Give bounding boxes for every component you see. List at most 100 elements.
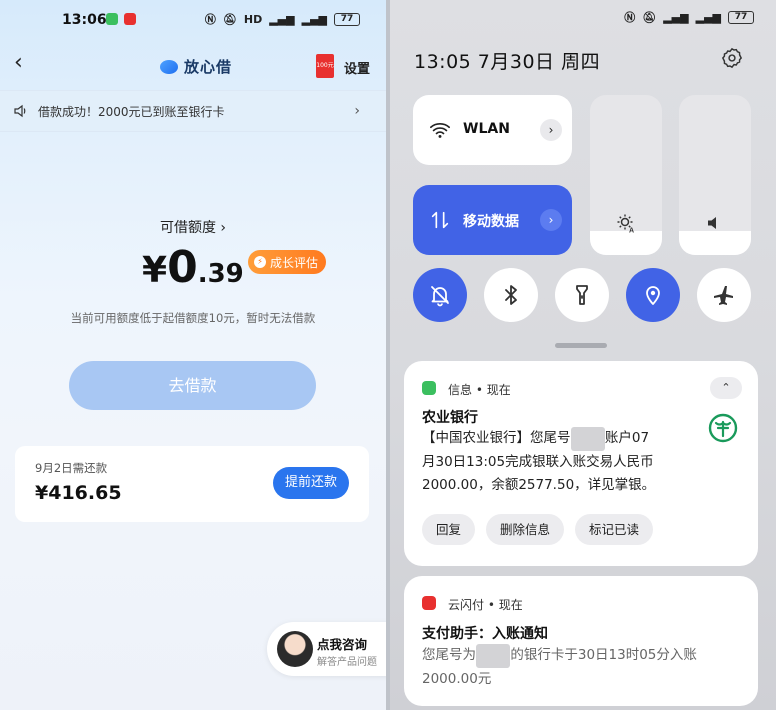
airplane-toggle[interactable] — [697, 268, 751, 322]
chevron-right-icon[interactable]: › — [540, 119, 562, 141]
notification-source: 信息 • 现在 — [448, 383, 511, 397]
bluetooth-icon — [505, 285, 517, 305]
credit-limit-link[interactable]: 可借额度 › — [0, 217, 386, 237]
collapse-chevron-icon[interactable]: ⌃ — [710, 377, 742, 399]
status-icons: Ⓝ 🔕︎ ▂▄▆ ▂▄▆ 77 — [624, 9, 754, 25]
location-toggle[interactable] — [626, 268, 680, 322]
location-icon — [646, 286, 660, 305]
flashlight-icon — [576, 285, 588, 305]
repay-amount: ¥416.65 — [35, 482, 122, 504]
settings-link[interactable]: 设置 — [344, 58, 370, 77]
chevron-right-icon: › — [354, 103, 360, 119]
status-icons: Ⓝ 🔕︎ HD ▂▄▆ ▂▄▆ 77 — [205, 11, 360, 27]
due-date-label: 9月2日需还款 — [35, 461, 108, 475]
body-text: 2000.00元 — [422, 670, 492, 687]
body-text: 2000.00，余额2577.50，详见掌银。 — [422, 477, 656, 493]
early-repay-button[interactable]: 提前还款 — [273, 467, 349, 499]
battery-icon: 77 — [728, 10, 754, 24]
speaker-icon — [14, 104, 26, 118]
mute-icon: 🔕︎ — [222, 12, 237, 26]
agent-avatar — [277, 631, 313, 667]
reply-button[interactable]: 回复 — [422, 514, 476, 545]
signal-2-icon: ▂▄▆ — [301, 12, 327, 26]
bell-off-icon — [431, 286, 449, 307]
mute-toggle[interactable] — [413, 268, 467, 322]
masked-account-number: 0000 — [476, 644, 511, 668]
brightness-fill — [590, 231, 662, 255]
back-icon[interactable]: ‹ — [14, 50, 23, 75]
notification-actions: 回复 删除信息 标记已读 — [422, 514, 654, 545]
drag-handle[interactable] — [555, 343, 607, 348]
body-text: 账户07 — [604, 430, 650, 446]
mark-read-button[interactable]: 标记已读 — [575, 514, 654, 545]
battery-icon: 77 — [334, 12, 360, 26]
notification-title: 农业银行 — [422, 410, 478, 426]
notification-shade: Ⓝ 🔕︎ ▂▄▆ ▂▄▆ 77 13:05 7月30日 周四 WLAN › 移动… — [390, 0, 776, 710]
growth-assessment-button[interactable]: ⚡︎ 成长评估 — [248, 250, 327, 274]
loan-app-screen: 13:06 Ⓝ 🔕︎ HD ▂▄▆ ▂▄▆ 77 ‹ 放心借 100元 设置 借… — [0, 0, 386, 710]
consult-subtitle: 解答产品问题 — [317, 657, 377, 668]
mobile-data-icon — [431, 211, 449, 229]
airplane-icon — [714, 286, 733, 305]
repayment-card: 9月2日需还款 ¥416.65 提前还款 — [15, 446, 369, 522]
notification-source: 云闪付 • 现在 — [448, 598, 523, 612]
body-text: 您尾号为 — [422, 647, 476, 663]
amount-decimal: .39 — [197, 259, 244, 289]
consult-widget[interactable]: 点我咨询 解答产品问题 — [267, 622, 386, 676]
wlan-tile[interactable]: WLAN › — [413, 95, 572, 165]
signal-icon: ▂▄▆ — [663, 10, 689, 24]
abc-bank-logo-icon — [708, 413, 738, 443]
wlan-label: WLAN — [463, 121, 510, 137]
amount-integer: 0 — [167, 242, 198, 293]
brightness-slider[interactable]: A — [590, 95, 662, 255]
signal-2-icon: ▂▄▆ — [695, 10, 721, 24]
brightness-auto-icon: A — [617, 214, 634, 234]
masked-account-number: 0000 — [570, 427, 605, 451]
borrow-button[interactable]: 去借款 — [69, 361, 316, 410]
notification-unionpay[interactable]: 云闪付 • 现在 支付助手：入账通知 您尾号为0000的银行卡于30日13时05… — [404, 576, 758, 706]
status-bar: 13:06 Ⓝ 🔕︎ HD ▂▄▆ ▂▄▆ 77 — [0, 0, 386, 40]
growth-assessment-label: 成长评估 — [270, 255, 319, 270]
qs-date-time: 13:05 7月30日 周四 — [414, 51, 601, 73]
body-text: 的银行卡于30日13时05分入账 — [510, 647, 697, 663]
chevron-right-icon: › — [220, 220, 227, 236]
credit-limit-label: 可借额度 — [159, 220, 216, 236]
notification-body: 您尾号为0000的银行卡于30日13时05分入账 2000.00元 — [422, 644, 742, 691]
app-brand: 放心借 — [160, 56, 232, 77]
unionpay-app-icon — [422, 596, 436, 610]
mobile-data-tile[interactable]: 移动数据 › — [413, 185, 572, 255]
notice-bar[interactable]: 借款成功！2000元已到账至银行卡 › — [0, 90, 386, 132]
body-text: 月30日13:05完成银联入账交易人民币 — [422, 453, 654, 470]
coupon-icon[interactable]: 100元 — [316, 54, 334, 78]
hd-icon: HD — [243, 12, 263, 26]
bluetooth-toggle[interactable] — [484, 268, 538, 322]
notice-text: 借款成功！2000元已到账至银行卡 — [38, 104, 225, 119]
svg-text:A: A — [629, 228, 634, 234]
nfc-icon: Ⓝ — [624, 11, 636, 24]
volume-icon — [708, 217, 716, 229]
wifi-icon — [430, 122, 450, 138]
mute-icon: 🔕︎ — [642, 10, 657, 24]
mobile-data-label: 移动数据 — [463, 214, 519, 230]
notification-abc-sms[interactable]: 信息 • 现在 ⌃ 农业银行 【中国农业银行】您尾号0000账户07 月30日1… — [404, 361, 758, 566]
lightning-icon: ⚡︎ — [254, 256, 266, 268]
credit-amount: ¥0.39 — [142, 242, 244, 293]
flashlight-toggle[interactable] — [555, 268, 609, 322]
chevron-right-icon[interactable]: › — [540, 209, 562, 231]
app-nav-bar: ‹ 放心借 100元 设置 — [0, 42, 386, 88]
brand-logo-icon — [160, 59, 178, 74]
unionpay-notification-icon — [124, 13, 136, 25]
delete-message-button[interactable]: 删除信息 — [486, 514, 565, 545]
gear-icon[interactable] — [721, 47, 743, 69]
status-time: 13:06 — [62, 12, 107, 28]
volume-slider[interactable] — [679, 95, 751, 255]
volume-fill — [679, 231, 751, 255]
messages-app-icon — [422, 381, 436, 395]
credit-hint: 当前可用额度低于起借额度10元，暂时无法借款 — [70, 311, 316, 325]
brand-name: 放心借 — [184, 58, 233, 76]
body-text: 【中国农业银行】您尾号 — [422, 430, 571, 446]
notification-title: 支付助手：入账通知 — [422, 626, 548, 642]
consult-title: 点我咨询 — [317, 637, 368, 652]
signal-icon: ▂▄▆ — [269, 12, 295, 26]
nfc-icon: Ⓝ — [204, 13, 216, 26]
